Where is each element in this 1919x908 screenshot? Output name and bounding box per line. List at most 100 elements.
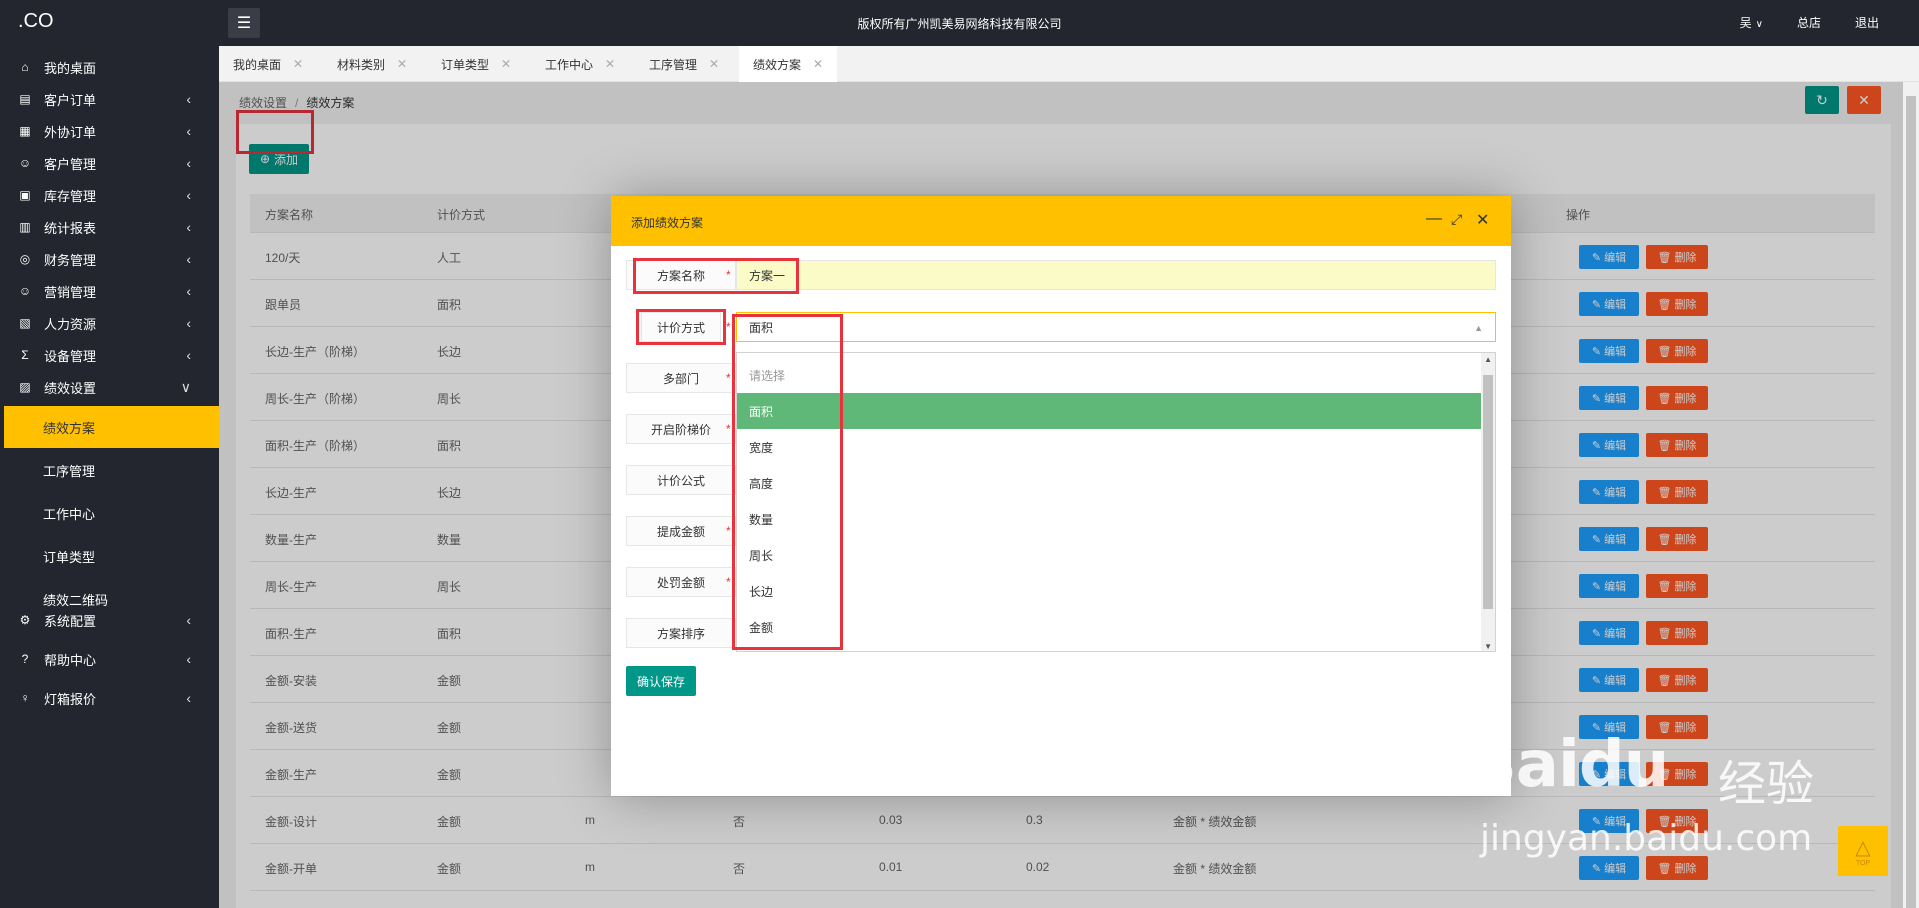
- sidebar-item-label: 统计报表: [44, 220, 97, 236]
- scroll-up-icon[interactable]: ▲: [1484, 355, 1492, 364]
- sidebar-item-label: 系统配置: [44, 613, 97, 629]
- page-scroll-thumb[interactable]: [1906, 96, 1916, 908]
- minimize-icon[interactable]: —: [1426, 210, 1442, 228]
- warehouse-icon: ▣: [19, 188, 31, 202]
- sort-label: 方案排序: [626, 618, 736, 648]
- sidebar-subitem-order-types[interactable]: 订单类型: [0, 535, 219, 577]
- tab-desktop[interactable]: 我的桌面 ✕: [219, 46, 317, 82]
- dropdown-scrollbar[interactable]: ▲ ▼: [1481, 353, 1495, 651]
- sidebar-item-label: 我的桌面: [44, 60, 97, 76]
- home-icon: ⌂: [21, 60, 29, 74]
- lightbox-icon: ♀: [20, 691, 30, 705]
- chevron-left-icon: ‹: [186, 347, 191, 363]
- dropdown-option-height[interactable]: 高度: [737, 465, 1483, 501]
- chevron-left-icon: ‹: [186, 651, 191, 667]
- user-name: 吴: [1739, 16, 1752, 30]
- gear-icon: ⚙: [19, 613, 31, 627]
- chevron-left-icon: ‹: [186, 283, 191, 299]
- sidebar-item-label: 设备管理: [44, 348, 97, 364]
- back-to-top-button[interactable]: △ TOP: [1838, 826, 1888, 876]
- dept-label: 多部门: [626, 363, 736, 393]
- close-icon[interactable]: ✕: [709, 57, 719, 71]
- sidebar-item-system[interactable]: ⚙ 系统配置 ‹: [0, 600, 219, 640]
- close-icon[interactable]: ✕: [397, 57, 407, 71]
- scroll-down-icon[interactable]: ▼: [1484, 642, 1492, 651]
- sidebar-item-label: 财务管理: [44, 252, 97, 268]
- dropdown-option-area[interactable]: 面积: [737, 393, 1483, 429]
- required-mark: *: [726, 575, 731, 589]
- watermark-text: 经验: [1718, 756, 1815, 812]
- close-icon[interactable]: ✕: [1476, 210, 1489, 230]
- page-scrollbar[interactable]: [1903, 82, 1919, 908]
- confirm-save-button[interactable]: 确认保存: [626, 666, 696, 696]
- finance-icon: ◎: [19, 252, 31, 266]
- close-icon[interactable]: ✕: [501, 57, 511, 71]
- tab-label: 我的桌面: [233, 57, 282, 72]
- tab-performance-plan[interactable]: 绩效方案 ✕: [739, 46, 838, 82]
- sidebar-item-label: 外协订单: [44, 124, 97, 140]
- sidebar-item-lightbox[interactable]: ♀ 灯箱报价 ‹: [0, 678, 219, 718]
- chevron-left-icon: ‹: [186, 187, 191, 203]
- plan-name-input[interactable]: 方案一: [736, 260, 1496, 290]
- maximize-icon[interactable]: ⤢: [1451, 211, 1462, 228]
- dropdown-option-width[interactable]: 宽度: [737, 429, 1483, 465]
- chevron-left-icon: ‹: [186, 219, 191, 235]
- performance-icon: ▨: [19, 380, 31, 394]
- watermark-logo: Baidu: [1468, 728, 1669, 802]
- marketing-icon: ☺: [18, 284, 32, 298]
- equipment-icon: Σ: [21, 348, 29, 362]
- close-icon[interactable]: ✕: [813, 57, 823, 71]
- sidebar-item-label: 营销管理: [44, 284, 97, 300]
- chevron-down-icon: ∨: [180, 378, 191, 395]
- tab-order-types[interactable]: 订单类型 ✕: [427, 46, 525, 82]
- close-icon[interactable]: ✕: [293, 57, 303, 71]
- hr-icon: ▧: [19, 316, 31, 330]
- sidebar-subitem-work-center[interactable]: 工作中心: [0, 492, 219, 534]
- menu-toggle-button[interactable]: ☰: [228, 8, 260, 38]
- tab-bar: 我的桌面 ✕ 材料类别 ✕ 订单类型 ✕ 工作中心 ✕ 工序管理 ✕ 绩效方案 ✕: [219, 46, 1919, 82]
- required-mark: *: [726, 320, 731, 334]
- sidebar-item-label: 帮助中心: [44, 652, 97, 668]
- required-mark: *: [726, 524, 731, 538]
- modal-header: 添加绩效方案 — ⤢ ✕: [611, 196, 1511, 246]
- dropdown-option-amount[interactable]: 金额: [737, 609, 1483, 645]
- top-label: TOP: [1855, 860, 1871, 867]
- chevron-left-icon: ‹: [186, 123, 191, 139]
- dropdown-option-perimeter[interactable]: 周长: [737, 537, 1483, 573]
- tab-label: 工作中心: [545, 57, 594, 72]
- sidebar-item-help[interactable]: ? 帮助中心 ‹: [0, 639, 219, 679]
- chevron-left-icon: ‹: [186, 251, 191, 267]
- chevron-left-icon: ‹: [186, 91, 191, 107]
- chevron-down-icon: ∨: [1755, 19, 1763, 30]
- highlight-box-options: [732, 314, 843, 650]
- sidebar-subitem-performance-plan[interactable]: 绩效方案: [4, 406, 219, 448]
- tab-process[interactable]: 工序管理 ✕: [635, 46, 733, 82]
- store-link[interactable]: 总店: [1797, 14, 1821, 31]
- logout-link[interactable]: 退出: [1855, 14, 1879, 31]
- chevron-left-icon: ‹: [186, 315, 191, 331]
- tab-materials[interactable]: 材料类别 ✕: [323, 46, 421, 82]
- dropdown-option-long-side[interactable]: 长边: [737, 573, 1483, 609]
- dropdown-scroll-thumb[interactable]: [1483, 375, 1493, 609]
- sidebar-subitem-process[interactable]: 工序管理: [0, 449, 219, 491]
- tab-work-center[interactable]: 工作中心 ✕: [531, 46, 629, 82]
- sidebar-item-label: 灯箱报价: [44, 691, 97, 707]
- pricing-method-select[interactable]: 面积 ▲: [736, 312, 1496, 342]
- dropdown-option-placeholder[interactable]: 请选择: [737, 357, 1483, 393]
- close-icon[interactable]: ✕: [605, 57, 615, 71]
- sidebar-item-label: 人力资源: [44, 316, 97, 332]
- chevron-left-icon: ‹: [186, 155, 191, 171]
- user-menu[interactable]: 吴 ∨: [1740, 14, 1763, 31]
- dropdown-option-quantity[interactable]: 数量: [737, 501, 1483, 537]
- sidebar-item-label: 客户管理: [44, 156, 97, 172]
- sidebar-item-label: 绩效设置: [44, 380, 97, 396]
- top-bar: .CO ☰ 版权所有广州凯美易网络科技有限公司 吴 ∨ 总店 退出: [0, 0, 1919, 46]
- chart-icon: ▥: [19, 220, 31, 234]
- copyright-text: 版权所有广州凯美易网络科技有限公司: [857, 17, 1062, 31]
- chevron-left-icon: ‹: [186, 690, 191, 706]
- sidebar-item-performance[interactable]: ▨ 绩效设置 ∨: [0, 367, 219, 407]
- tab-label: 订单类型: [441, 57, 490, 72]
- app-logo[interactable]: .CO: [18, 10, 54, 33]
- tab-label: 工序管理: [649, 57, 698, 72]
- pricing-method-dropdown: 请选择 面积 宽度 高度 数量 周长 长边 金额 ▲ ▼: [736, 352, 1496, 652]
